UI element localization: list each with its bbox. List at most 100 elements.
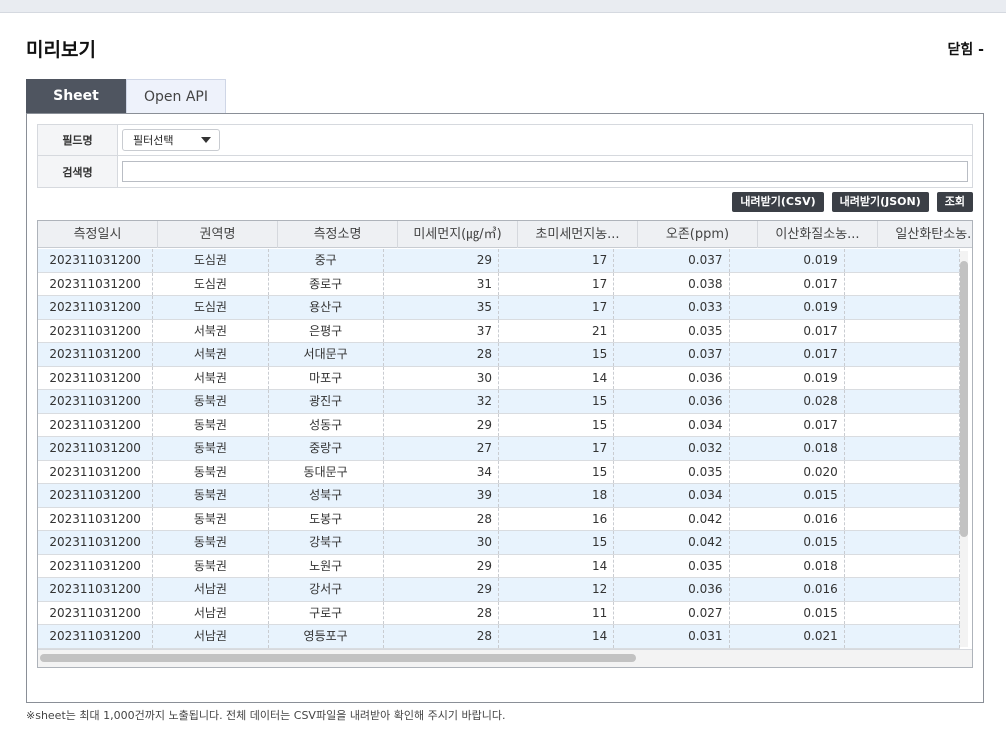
table-cell	[845, 460, 960, 483]
column-header[interactable]: 측정소명	[278, 221, 398, 248]
column-header[interactable]: 오존(ppm)	[638, 221, 758, 248]
column-header[interactable]: 미세먼지(㎍/㎥)	[398, 221, 518, 248]
table-cell: 17	[499, 249, 615, 272]
field-select-value: 필터선택	[133, 134, 174, 147]
table-cell: 0.015	[730, 531, 845, 554]
table-cell: 서남권	[153, 601, 269, 624]
table-cell	[845, 343, 960, 366]
table-row[interactable]: 202311031200 서남권 강서구 29 12 0.036 0.016	[38, 578, 960, 602]
table-cell	[845, 554, 960, 577]
search-input[interactable]	[122, 161, 968, 182]
table-cell: 0.037	[614, 343, 730, 366]
action-buttons: 내려받기(CSV) 내려받기(JSON) 조회	[732, 192, 973, 212]
table-cell: 0.018	[730, 437, 845, 460]
table-cell: 15	[499, 531, 615, 554]
table-cell: 0.016	[730, 507, 845, 530]
table-row[interactable]: 202311031200 서북권 서대문구 28 15 0.037 0.017	[38, 343, 960, 367]
table-row[interactable]: 202311031200 도심권 종로구 31 17 0.038 0.017	[38, 272, 960, 296]
table-cell: 은평구	[269, 319, 384, 342]
table-row[interactable]: 202311031200 도심권 용산구 35 17 0.033 0.019	[38, 296, 960, 320]
table-cell	[845, 531, 960, 554]
table-cell: 강서구	[269, 578, 384, 601]
table-row[interactable]: 202311031200 동북권 성북구 39 18 0.034 0.015	[38, 484, 960, 508]
tab-open-api[interactable]: Open API	[126, 79, 226, 113]
modal-title: 미리보기	[26, 39, 96, 61]
download-csv-button[interactable]: 내려받기(CSV)	[732, 192, 824, 212]
table-cell	[845, 366, 960, 389]
table-row[interactable]: 202311031200 서남권 영등포구 28 14 0.031 0.021	[38, 625, 960, 649]
table-row[interactable]: 202311031200 서남권 구로구 28 11 0.027 0.015	[38, 601, 960, 625]
table-cell: 영등포구	[269, 625, 384, 648]
table-cell: 34	[384, 460, 499, 483]
table-cell: 구로구	[269, 601, 384, 624]
table-cell: 35	[384, 296, 499, 319]
preview-modal: 미리보기 닫힘 - Sheet Open API 필드명 필터선택 검색명 내려…	[0, 12, 1006, 754]
table-cell: 29	[384, 413, 499, 436]
table-row[interactable]: 202311031200 동북권 강북구 30 15 0.042 0.015	[38, 531, 960, 555]
table-cell: 동북권	[153, 507, 269, 530]
table-cell	[845, 272, 960, 295]
tab-sheet[interactable]: Sheet	[26, 79, 126, 113]
table-cell: 202311031200	[38, 437, 154, 460]
table-cell: 동북권	[153, 484, 269, 507]
table-row[interactable]: 202311031200 서북권 은평구 37 21 0.035 0.017	[38, 319, 960, 343]
table-cell: 성북구	[269, 484, 384, 507]
table-row[interactable]: 202311031200 동북권 도봉구 28 16 0.042 0.016	[38, 507, 960, 531]
table-row[interactable]: 202311031200 도심권 중구 29 17 0.037 0.019	[38, 249, 960, 273]
table-cell: 0.015	[730, 484, 845, 507]
table-cell: 동북권	[153, 531, 269, 554]
table-row[interactable]: 202311031200 동북권 중랑구 27 17 0.032 0.018	[38, 437, 960, 461]
table-cell: 202311031200	[38, 390, 154, 413]
table-row[interactable]: 202311031200 동북권 광진구 32 15 0.036 0.028	[38, 390, 960, 414]
table-cell: 202311031200	[38, 272, 154, 295]
table-row[interactable]: 202311031200 동북권 동대문구 34 15 0.035 0.020	[38, 460, 960, 484]
table-cell: 202311031200	[38, 319, 154, 342]
table-cell	[845, 578, 960, 601]
table-cell: 서남권	[153, 578, 269, 601]
table-cell: 29	[384, 578, 499, 601]
vertical-scroll-thumb[interactable]	[960, 261, 968, 537]
close-button[interactable]: 닫힘 -	[948, 39, 984, 59]
table-cell: 202311031200	[38, 484, 154, 507]
table-cell: 0.017	[730, 319, 845, 342]
table-cell: 0.015	[730, 601, 845, 624]
table-cell: 202311031200	[38, 343, 154, 366]
table-row[interactable]: 202311031200 동북권 성동구 29 15 0.034 0.017	[38, 413, 960, 437]
table-cell	[845, 601, 960, 624]
table-cell: 0.035	[614, 319, 730, 342]
query-button[interactable]: 조회	[936, 192, 973, 212]
column-header[interactable]: 권역명	[158, 221, 278, 248]
table-cell: 202311031200	[38, 554, 154, 577]
table-cell: 0.042	[614, 531, 730, 554]
table-cell: 202311031200	[38, 296, 154, 319]
field-select[interactable]: 필터선택	[122, 129, 220, 151]
column-header[interactable]: 초미세먼지농...	[518, 221, 638, 248]
table-cell: 동북권	[153, 413, 269, 436]
table-cell: 28	[384, 625, 499, 648]
column-header[interactable]: 측정일시	[38, 221, 158, 248]
table-row[interactable]: 202311031200 동북권 노원구 29 14 0.035 0.018	[38, 554, 960, 578]
table-cell: 종로구	[269, 272, 384, 295]
vertical-scrollbar[interactable]	[960, 251, 968, 647]
download-json-button[interactable]: 내려받기(JSON)	[831, 192, 929, 212]
table-cell: 노원구	[269, 554, 384, 577]
table-cell: 동북권	[153, 554, 269, 577]
table-cell: 0.020	[730, 460, 845, 483]
chevron-down-icon	[201, 137, 211, 143]
table-cell: 30	[384, 531, 499, 554]
horizontal-scroll-thumb[interactable]	[40, 654, 636, 662]
column-header[interactable]: 일산화탄소농...	[878, 221, 972, 248]
table-cell: 도심권	[153, 272, 269, 295]
filter-row-field: 필드명 필터선택	[38, 125, 972, 156]
table-cell: 15	[499, 343, 615, 366]
table-cell: 14	[499, 366, 615, 389]
table-cell: 0.032	[614, 437, 730, 460]
table-cell: 서북권	[153, 319, 269, 342]
table-cell: 15	[499, 390, 615, 413]
table-cell: 18	[499, 484, 615, 507]
column-header[interactable]: 이산화질소농...	[758, 221, 878, 248]
filter-table: 필드명 필터선택 검색명	[37, 124, 973, 188]
horizontal-scrollbar[interactable]	[38, 649, 972, 667]
table-cell	[845, 413, 960, 436]
table-row[interactable]: 202311031200 서북권 마포구 30 14 0.036 0.019	[38, 366, 960, 390]
